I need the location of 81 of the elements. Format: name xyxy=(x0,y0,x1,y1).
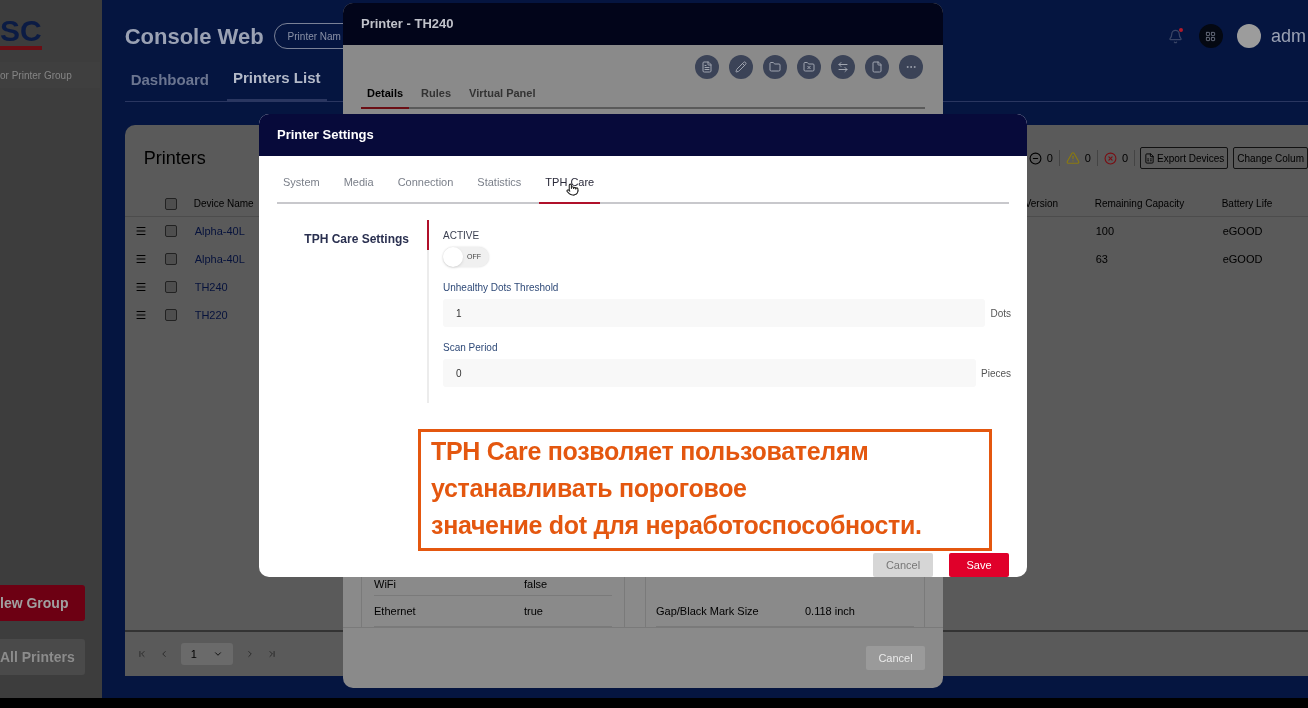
table-cell: 100 xyxy=(1095,224,1114,237)
number-field[interactable]: 0 xyxy=(443,359,976,387)
field-label: Scan Period xyxy=(443,341,499,355)
table-cell: 63 xyxy=(1095,252,1108,265)
table-cell-text: eGOOD xyxy=(1222,223,1263,239)
settings-tab[interactable]: Media xyxy=(337,173,380,202)
device-link[interactable]: Alpha-40L xyxy=(194,252,245,265)
nav-tab[interactable]: Dashboard xyxy=(124,68,215,101)
settings-tab[interactable]: Connection xyxy=(391,173,460,202)
dialog-title: Printer Settings xyxy=(277,126,374,145)
status-count: 0 xyxy=(1046,150,1053,166)
field-label: Unhealthy Dots Threshold xyxy=(443,281,560,295)
spreadsheet-icon xyxy=(1144,152,1156,164)
status-count: 0 xyxy=(1084,150,1091,166)
user-name[interactable]: adm xyxy=(1271,22,1306,50)
save-button[interactable]: Save xyxy=(949,553,1009,577)
notification-bell-icon[interactable] xyxy=(1168,28,1183,44)
error-icon xyxy=(1103,151,1117,165)
minus-circle-icon xyxy=(1028,151,1042,165)
checkbox[interactable] xyxy=(164,309,177,321)
table-cell-text: eGOOD xyxy=(1222,251,1263,267)
folder-icon xyxy=(769,61,781,73)
field-label: ACTIVE xyxy=(443,229,481,243)
change-columns-button[interactable]: Change Colum xyxy=(1233,147,1308,169)
arrows-button[interactable] xyxy=(831,55,855,79)
device-link[interactable]: TH240 xyxy=(194,280,228,293)
file-icon xyxy=(871,61,883,73)
last-page-icon[interactable] xyxy=(266,649,277,659)
document-button[interactable] xyxy=(695,55,719,79)
column-header[interactable]: Battery Life xyxy=(1221,196,1273,211)
drag-handle-icon[interactable] xyxy=(134,225,147,237)
property-label: WiFi xyxy=(374,576,397,592)
unit-label: Dots xyxy=(990,306,1011,321)
status-count: 0 xyxy=(1121,150,1129,166)
number-field[interactable]: 1 xyxy=(443,299,986,327)
drag-handle-icon[interactable] xyxy=(134,253,147,265)
device-link[interactable]: Alpha-40L xyxy=(194,224,245,237)
app-title: Console Web xyxy=(124,22,264,51)
settings-tab[interactable]: System xyxy=(277,173,326,202)
folder-x-button[interactable] xyxy=(797,55,821,79)
new-group-button[interactable]: lew Group xyxy=(0,585,85,621)
grid-icon xyxy=(1205,30,1217,42)
section-label: TPH Care Settings xyxy=(304,231,409,248)
drag-handle-icon[interactable] xyxy=(134,309,147,321)
property-value: true xyxy=(524,603,543,619)
more-button[interactable] xyxy=(899,55,923,79)
column-header[interactable]: Remaining Capacity xyxy=(1094,196,1222,211)
card-title: Printers xyxy=(143,146,207,170)
property-value: false xyxy=(524,576,548,592)
cancel-button[interactable]: Cancel xyxy=(866,646,925,670)
property-label: Ethernet xyxy=(374,603,417,619)
avatar[interactable] xyxy=(1237,24,1261,48)
apps-button[interactable] xyxy=(1199,24,1223,48)
pencil-icon xyxy=(735,61,747,73)
dialog-tab[interactable]: Details xyxy=(361,84,410,109)
file-button[interactable] xyxy=(865,55,889,79)
page-select[interactable]: 1 xyxy=(180,643,233,665)
checkbox[interactable] xyxy=(164,197,177,210)
folder-x-icon xyxy=(803,61,815,73)
chevron-down-icon xyxy=(212,649,223,659)
all-printers-button[interactable]: All Printers xyxy=(0,639,85,675)
settings-tab[interactable]: Statistics xyxy=(471,173,528,202)
document-icon xyxy=(701,61,713,73)
device-link[interactable]: TH220 xyxy=(194,308,228,321)
dialog-tab[interactable]: Virtual Panel xyxy=(463,84,542,107)
nav-tab[interactable]: Printers List xyxy=(227,66,327,101)
property-label: Gap/Black Mark Size xyxy=(656,603,760,619)
warning-icon xyxy=(1065,151,1080,165)
pencil-button[interactable] xyxy=(729,55,753,79)
first-page-icon[interactable] xyxy=(136,649,147,659)
export-devices-button[interactable]: Export Devices xyxy=(1140,147,1229,169)
folder-button[interactable] xyxy=(763,55,787,79)
annotation-text: TPH Care позволяет пользователям устанавливать пороговое значение dot для неработоспособности. xyxy=(431,436,923,541)
checkbox[interactable] xyxy=(164,253,177,265)
arrows-icon xyxy=(837,61,849,73)
drag-handle-icon[interactable] xyxy=(134,281,147,293)
property-value: 0.118 inch xyxy=(805,603,855,619)
checkbox[interactable] xyxy=(164,281,177,293)
unit-label: Pieces xyxy=(981,366,1011,381)
checkbox[interactable] xyxy=(164,225,177,237)
dialog-tab[interactable]: Rules xyxy=(415,84,458,107)
